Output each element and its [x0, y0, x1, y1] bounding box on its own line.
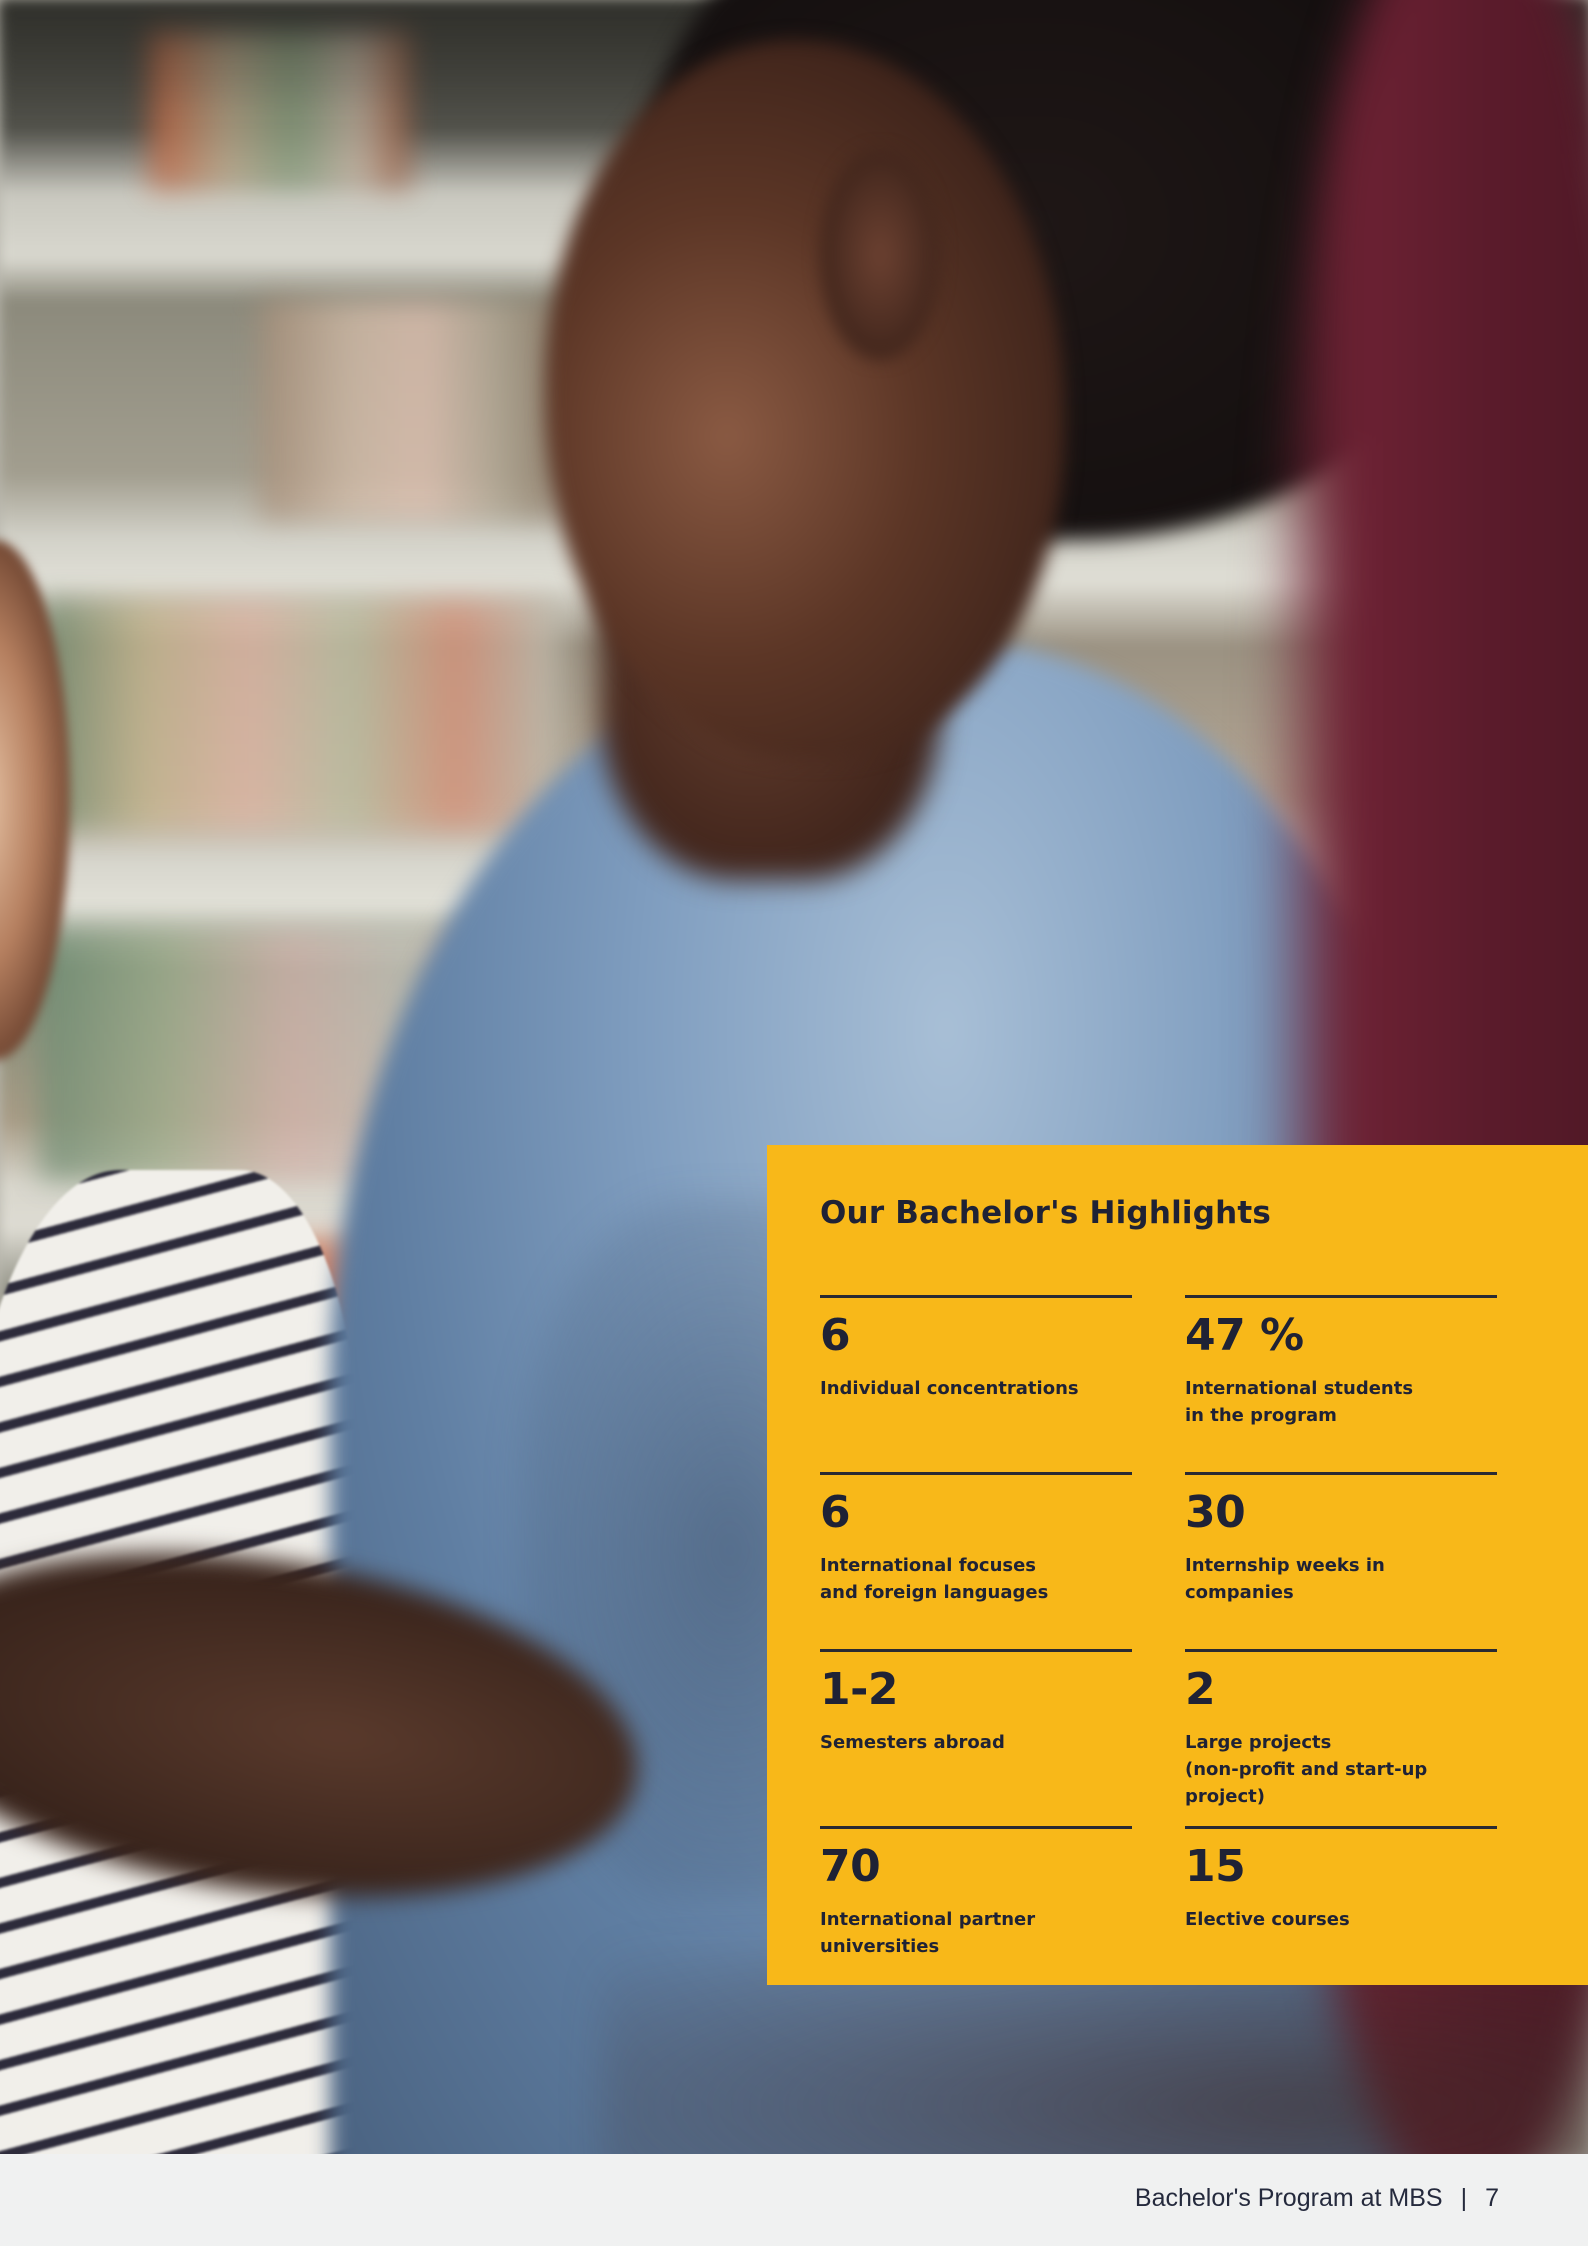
stat-label: International partner universities	[820, 1908, 1036, 1957]
stat-semesters-abroad: 1-2 Semesters abroad	[820, 1649, 1132, 1823]
stat-value: 47 %	[1185, 1310, 1304, 1362]
page-number: 7	[1485, 2184, 1499, 2212]
stat-value: 6	[820, 1487, 851, 1539]
document-title: Bachelor's Program at MBS	[1134, 2184, 1443, 2212]
student-ear	[820, 150, 940, 360]
stat-label: International focuses and foreign langua…	[820, 1554, 1049, 1603]
stat-value: 15	[1185, 1841, 1246, 1893]
stat-value: 6	[820, 1310, 851, 1362]
stat-value: 2	[1185, 1664, 1216, 1716]
stat-partner-universities: 70 International partner universities	[820, 1826, 1132, 2000]
stat-label: Elective courses	[1185, 1908, 1350, 1930]
stat-large-projects: 2 Large projects (non-profit and start-u…	[1185, 1649, 1497, 1823]
highlights-grid: 6 Individual concentrations 47 % Interna…	[820, 1295, 1588, 2003]
stat-value: 1-2	[820, 1664, 899, 1716]
stat-value: 30	[1185, 1487, 1246, 1539]
stat-elective-courses: 15 Elective courses	[1185, 1826, 1497, 2000]
stat-international-focuses: 6 International focuses and foreign lang…	[820, 1472, 1132, 1646]
stat-label: Semesters abroad	[820, 1731, 1005, 1753]
highlights-title: Our Bachelor's Highlights	[820, 1195, 1272, 1231]
stat-international-students: 47 % International students in the progr…	[1185, 1295, 1497, 1469]
books-row	[260, 300, 560, 520]
page-footer: Bachelor's Program at MBS | 7	[0, 2154, 1588, 2246]
footer-text: Bachelor's Program at MBS | 7	[1135, 2184, 1499, 2213]
stat-concentrations: 6 Individual concentrations	[820, 1295, 1132, 1469]
stat-label: Internship weeks in companies	[1185, 1554, 1385, 1603]
stat-label: International students in the program	[1185, 1377, 1414, 1426]
footer-separator: |	[1460, 2184, 1468, 2212]
stat-label: Large projects (non-profit and start-up …	[1185, 1731, 1428, 1807]
stat-value: 70	[820, 1841, 881, 1893]
stat-internship-weeks: 30 Internship weeks in companies	[1185, 1472, 1497, 1646]
highlights-panel: Our Bachelor's Highlights 6 Individual c…	[767, 1145, 1588, 1985]
books-row	[40, 600, 560, 830]
stat-label: Individual concentrations	[820, 1377, 1079, 1399]
